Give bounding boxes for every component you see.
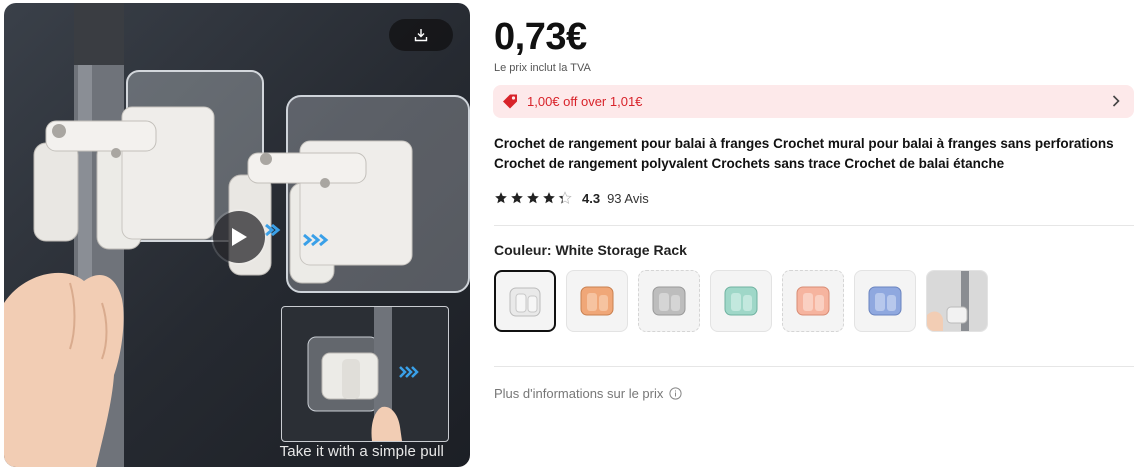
swatch-blue[interactable] xyxy=(854,270,916,332)
star-full-icon xyxy=(527,192,539,204)
vat-note: Le prix inclut la TVA xyxy=(494,62,591,74)
inset-detail-image xyxy=(281,306,449,442)
download-icon xyxy=(414,29,428,42)
star-full-icon xyxy=(511,192,523,204)
chevron-right-icon xyxy=(1112,94,1120,113)
price-info-text: Plus d'informations sur le prix xyxy=(494,386,664,401)
swatch-blue-image xyxy=(868,286,902,316)
swatch-peach[interactable] xyxy=(782,270,844,332)
star-full-icon xyxy=(495,192,507,204)
swatch-white[interactable] xyxy=(494,270,556,332)
info-icon xyxy=(669,387,682,400)
star-rating xyxy=(494,191,572,205)
review-count-link[interactable]: 93 Avis xyxy=(607,191,649,206)
swatch-white-image xyxy=(509,287,541,317)
play-video-button[interactable] xyxy=(213,211,265,263)
product-image[interactable]: Take it with a simple pull xyxy=(4,3,470,467)
price-info-link[interactable]: Plus d'informations sur le prix xyxy=(494,386,682,401)
price: 0,73€ xyxy=(494,16,587,58)
star-partial-icon xyxy=(558,191,572,204)
rating-score: 4.3 xyxy=(582,190,601,206)
swatch-orange-image xyxy=(580,286,614,316)
tag-icon xyxy=(502,93,520,111)
swatch-photo[interactable] xyxy=(926,270,988,332)
swatch-grey[interactable] xyxy=(638,270,700,332)
swatch-orange[interactable] xyxy=(566,270,628,332)
color-label: Couleur: White Storage Rack xyxy=(494,242,687,258)
download-button[interactable] xyxy=(389,19,453,51)
rating-row[interactable]: 4.3 93 Avis xyxy=(494,189,649,207)
product-title: Crochet de rangement pour balai à frange… xyxy=(494,136,1114,171)
divider xyxy=(494,366,1134,367)
promo-text: 1,00€ off over 1,01€ xyxy=(527,94,643,109)
swatch-mint[interactable] xyxy=(710,270,772,332)
selected-color-name: White Storage Rack xyxy=(555,242,687,258)
inset-photo xyxy=(307,307,419,441)
swatch-peach-image xyxy=(796,286,830,316)
color-swatches xyxy=(494,270,988,332)
play-icon xyxy=(232,228,247,246)
swatch-mint-image xyxy=(724,286,758,316)
swatch-photo-image xyxy=(927,271,987,331)
swatch-grey-image xyxy=(652,286,686,316)
image-caption: Take it with a simple pull xyxy=(279,443,444,460)
color-label-prefix: Couleur: xyxy=(494,242,552,258)
promo-banner[interactable]: 1,00€ off over 1,01€ xyxy=(493,85,1134,118)
divider xyxy=(494,225,1134,226)
star-full-icon xyxy=(543,192,555,204)
